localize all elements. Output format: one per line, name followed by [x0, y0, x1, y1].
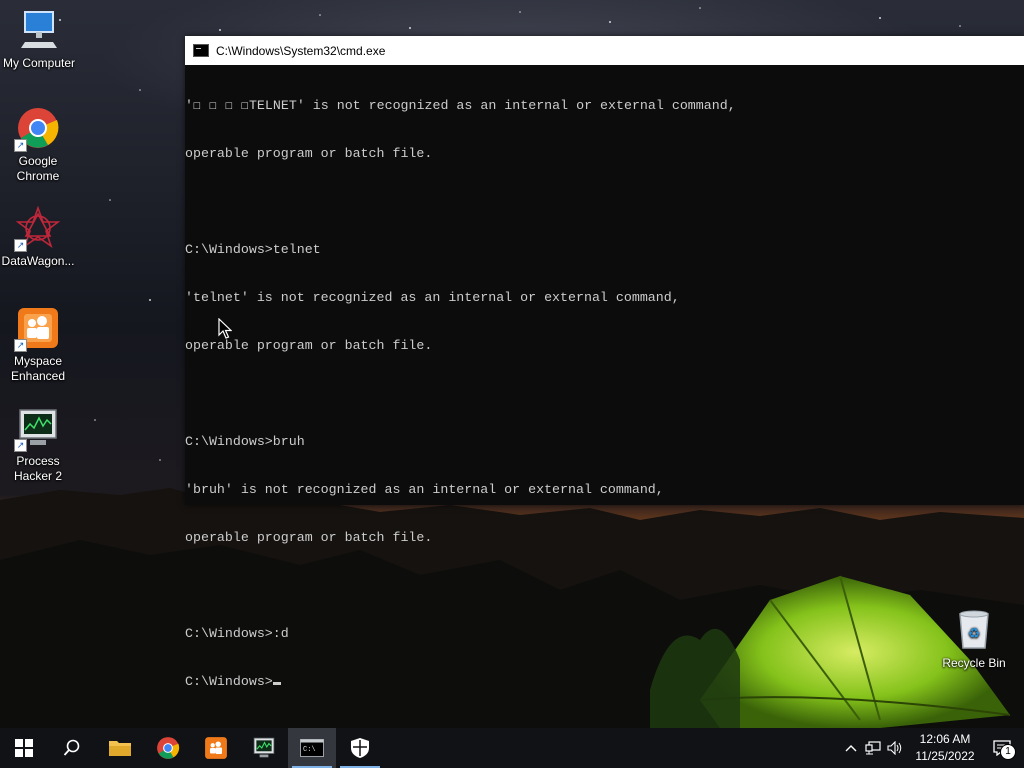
- notification-count-badge: 1: [1000, 744, 1016, 760]
- desktop-icon-google-chrome[interactable]: ↗ Google Chrome: [0, 106, 78, 184]
- text-cursor: [272, 682, 281, 685]
- shortcut-arrow-icon: ↗: [14, 439, 27, 452]
- console-line: operable program or batch file.: [185, 146, 433, 161]
- start-button[interactable]: [0, 728, 48, 768]
- desktop-icon-label: DataWagon...: [1, 254, 75, 268]
- chrome-icon: [157, 737, 180, 759]
- myspace-icon: [205, 737, 227, 759]
- console-line: '☐ ☐ ☐ ☐TELNET' is not recognized as an …: [185, 98, 736, 113]
- system-tray: 12:06 AM 11/25/2022 1: [840, 728, 1024, 768]
- desktop-icon-process-hacker[interactable]: ↗ Process Hacker 2: [0, 406, 78, 484]
- mouse-pointer-icon: [218, 317, 233, 345]
- network-button[interactable]: [862, 728, 884, 768]
- taskbar: C:\ 12:06 AM 11/25/2022 1: [0, 728, 1024, 768]
- desktop-icon-label: Process Hacker 2: [13, 454, 63, 483]
- console-line: C:\Windows>:d: [185, 626, 289, 641]
- desktop-icon-datawagon[interactable]: ↗ DataWagon...: [0, 205, 78, 269]
- console-line: C:\Windows>telnet: [185, 242, 321, 257]
- taskbar-cmd[interactable]: C:\: [288, 728, 336, 768]
- security-shield-icon: [351, 738, 369, 758]
- taskbar-clock[interactable]: 12:06 AM 11/25/2022: [910, 731, 980, 765]
- window-title: C:\Windows\System32\cmd.exe: [216, 43, 386, 58]
- shortcut-arrow-icon: ↗: [14, 239, 27, 252]
- desktop-icon-label: Myspace Enhanced: [10, 354, 66, 383]
- chevron-up-icon: [845, 745, 857, 752]
- process-hacker-icon: [253, 737, 275, 758]
- taskbar-myspace[interactable]: [192, 728, 240, 768]
- console-line: 'bruh' is not recognized as an internal …: [185, 482, 664, 497]
- taskbar-process-hacker[interactable]: [240, 728, 288, 768]
- computer-icon: [17, 8, 61, 52]
- shortcut-arrow-icon: ↗: [14, 339, 27, 352]
- console-prompt-line[interactable]: C:\Windows>: [185, 674, 1024, 690]
- console-line: 'telnet' is not recognized as an interna…: [185, 290, 680, 305]
- file-explorer-icon: [109, 741, 131, 756]
- console-line: operable program or batch file.: [185, 338, 433, 353]
- console-prompt: C:\Windows>: [185, 674, 273, 689]
- console-line: operable program or batch file.: [185, 530, 433, 545]
- console-output[interactable]: '☐ ☐ ☐ ☐TELNET' is not recognized as an …: [185, 65, 1024, 722]
- search-button[interactable]: [48, 728, 96, 768]
- myspace-icon: ↗: [14, 306, 60, 352]
- cmd-icon: C:\: [300, 739, 324, 757]
- speaker-icon: [887, 741, 902, 755]
- volume-button[interactable]: [884, 728, 906, 768]
- taskbar-chrome[interactable]: [144, 728, 192, 768]
- shortcut-arrow-icon: ↗: [14, 139, 27, 152]
- search-icon: [63, 739, 80, 756]
- svg-text:C:\: C:\: [303, 746, 316, 754]
- cmd-titlebar[interactable]: C:\Windows\System32\cmd.exe: [185, 36, 1024, 65]
- clock-time: 12:06 AM: [919, 732, 971, 746]
- action-center-button[interactable]: 1: [980, 728, 1024, 768]
- start-icon: [15, 739, 33, 757]
- taskbar-security[interactable]: [336, 728, 384, 768]
- desktop-icon-myspace-enhanced[interactable]: ↗ Myspace Enhanced: [0, 306, 78, 384]
- datawagon-icon: ↗: [14, 205, 61, 252]
- process-hacker-icon: ↗: [14, 406, 60, 452]
- cmd-window[interactable]: C:\Windows\System32\cmd.exe '☐ ☐ ☐ ☐TELN…: [185, 36, 1024, 689]
- desktop-icon-my-computer[interactable]: My Computer: [0, 8, 79, 71]
- desktop-icon-label: My Computer: [2, 56, 76, 70]
- clock-date: 11/25/2022: [915, 749, 975, 763]
- network-icon: [865, 741, 881, 755]
- desktop-icon-label: Google Chrome: [16, 154, 60, 183]
- cmd-app-icon: [193, 44, 209, 57]
- console-line: C:\Windows>bruh: [185, 434, 305, 449]
- show-hidden-icons-button[interactable]: [840, 728, 862, 768]
- chrome-icon: ↗: [14, 106, 60, 152]
- taskbar-file-explorer[interactable]: [96, 728, 144, 768]
